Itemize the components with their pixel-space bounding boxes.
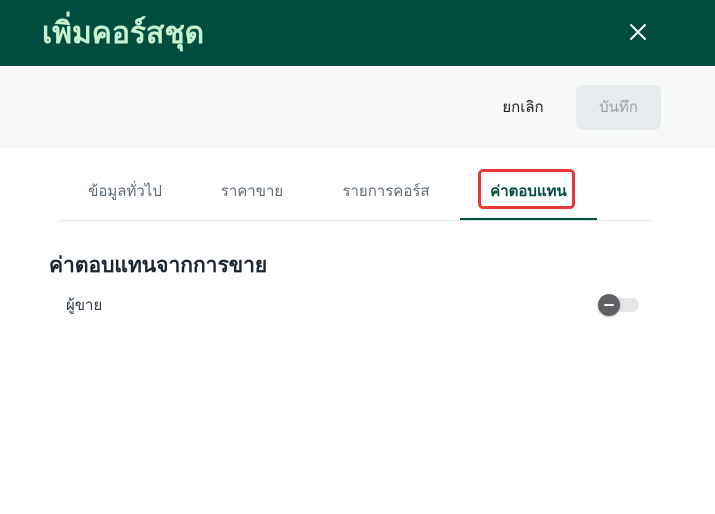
minus-icon — [598, 294, 620, 316]
dialog-header: เพิ่มคอร์สชุด — [0, 0, 715, 66]
save-button[interactable]: บันทึก — [576, 85, 661, 130]
seller-toggle[interactable] — [598, 294, 640, 316]
action-bar: ยกเลิก บันทึก — [0, 66, 715, 148]
dialog-title: เพิ่มคอร์สชุด — [42, 16, 205, 51]
tab-course-list[interactable]: รายการคอร์ส — [312, 166, 460, 218]
tab-general-info[interactable]: ข้อมูลทั่วไป — [58, 166, 192, 218]
tab-compensation[interactable]: ค่าตอบแทน — [460, 166, 597, 220]
section-title: ค่าตอบแทนจากการขาย — [49, 253, 268, 277]
close-button[interactable] — [624, 18, 652, 46]
cancel-button[interactable]: ยกเลิก — [488, 85, 558, 129]
close-icon — [630, 24, 646, 40]
tab-sale-price[interactable]: ราคาขาย — [192, 166, 312, 218]
seller-label: ผู้ขาย — [66, 296, 103, 314]
tab-bar: ข้อมูลทั่วไป ราคาขาย รายการคอร์ส ค่าตอบแ… — [58, 166, 652, 221]
